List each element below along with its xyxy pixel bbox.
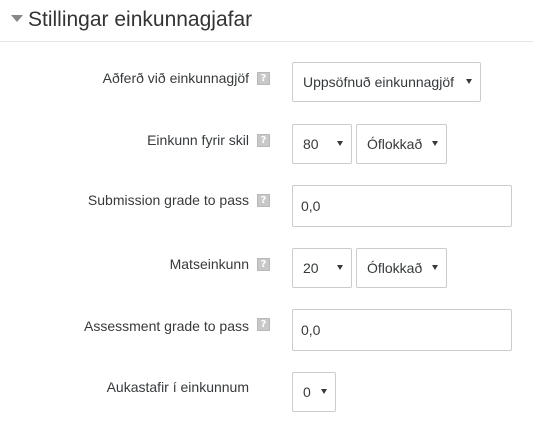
assessment-grade-category-value: Óflokkað: [367, 260, 423, 276]
assessment-grade-to-pass-input[interactable]: 0,0: [292, 309, 512, 351]
caret-down-icon: [337, 141, 343, 146]
submission-grade-category-select[interactable]: Óflokkað: [356, 124, 447, 164]
submission-grade-value: 80: [303, 136, 319, 152]
submission-grade-select[interactable]: 80: [292, 124, 352, 164]
assessment-grade-to-pass-row: Assessment grade to pass ? 0,0: [0, 308, 533, 352]
caret-down-icon: [432, 265, 438, 270]
assessment-grade-value: 20: [303, 260, 319, 276]
decimal-places-label: Aukastafir í einkunnum: [106, 379, 249, 395]
assessment-grade-to-pass-label: Assessment grade to pass: [84, 318, 249, 334]
assessment-grade-row: Matseinkunn ? 20 Óflokkað: [0, 246, 533, 288]
chevron-down-icon[interactable]: [11, 15, 23, 22]
submission-grade-to-pass-input[interactable]: 0,0: [292, 185, 512, 227]
grading-method-row: Aðferð við einkunnagjöf ? Uppsöfnuð eink…: [0, 60, 533, 102]
caret-down-icon: [466, 79, 472, 84]
caret-down-icon: [337, 265, 343, 270]
decimal-places-value: 0: [303, 384, 311, 400]
submission-grade-row: Einkunn fyrir skil ? 80 Óflokkað: [0, 122, 533, 164]
decimal-places-select[interactable]: 0: [292, 372, 336, 412]
submission-grade-to-pass-label: Submission grade to pass: [87, 192, 249, 208]
section-header: Stillingar einkunnagjafar: [0, 0, 533, 42]
assessment-grade-label: Matseinkunn: [169, 256, 249, 272]
decimal-places-row: Aukastafir í einkunnum 0: [0, 370, 533, 414]
caret-down-icon: [321, 389, 327, 394]
assessment-grade-category-select[interactable]: Óflokkað: [356, 248, 447, 288]
submission-grade-to-pass-row: Submission grade to pass ? 0,0: [0, 184, 533, 228]
help-icon[interactable]: ?: [257, 72, 270, 85]
section-title[interactable]: Stillingar einkunnagjafar: [28, 7, 252, 33]
grading-method-select[interactable]: Uppsöfnuð einkunnagjöf: [292, 62, 481, 102]
help-icon[interactable]: ?: [257, 258, 270, 271]
help-icon[interactable]: ?: [257, 134, 270, 147]
caret-down-icon: [432, 141, 438, 146]
submission-grade-label: Einkunn fyrir skil: [147, 132, 249, 148]
submission-grade-category-value: Óflokkað: [367, 136, 423, 152]
help-icon[interactable]: ?: [257, 194, 270, 207]
grading-method-value: Uppsöfnuð einkunnagjöf: [303, 74, 455, 90]
assessment-grade-select[interactable]: 20: [292, 248, 352, 288]
help-icon[interactable]: ?: [257, 318, 270, 331]
grading-method-label: Aðferð við einkunnagjöf: [102, 70, 249, 86]
